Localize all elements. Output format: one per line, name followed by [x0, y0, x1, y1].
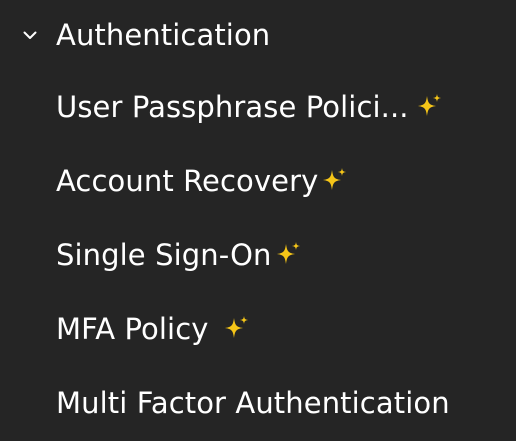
sidebar-item-label: Multi Factor Authentication — [56, 386, 450, 420]
sidebar-item-single-sign-on[interactable]: Single Sign-On — [0, 220, 516, 290]
sidebar-item-account-recovery[interactable]: Account Recovery — [0, 146, 516, 216]
sidebar-item-label: User Passphrase Polici... — [56, 90, 409, 124]
sidebar-group-authentication: Authentication User Passphrase Polici...… — [0, 0, 516, 441]
sparkle-icon — [418, 94, 441, 116]
sparkle-icon — [225, 316, 248, 338]
sidebar-item-label: MFA Policy — [56, 312, 209, 346]
group-title: Authentication — [56, 18, 271, 52]
authentication-group-header[interactable]: Authentication — [0, 0, 516, 70]
sidebar-item-label: Single Sign-On — [56, 238, 272, 272]
sidebar-item-user-passphrase-policies[interactable]: User Passphrase Polici... — [0, 72, 516, 142]
chevron-down-icon — [23, 31, 37, 39]
sidebar-item-mfa-policy[interactable]: MFA Policy — [0, 294, 516, 364]
sidebar-item-label: Account Recovery — [56, 164, 319, 198]
sparkle-icon — [323, 168, 346, 190]
sparkle-icon — [277, 242, 300, 264]
sidebar-item-multi-factor-authentication[interactable]: Multi Factor Authentication — [0, 368, 516, 438]
